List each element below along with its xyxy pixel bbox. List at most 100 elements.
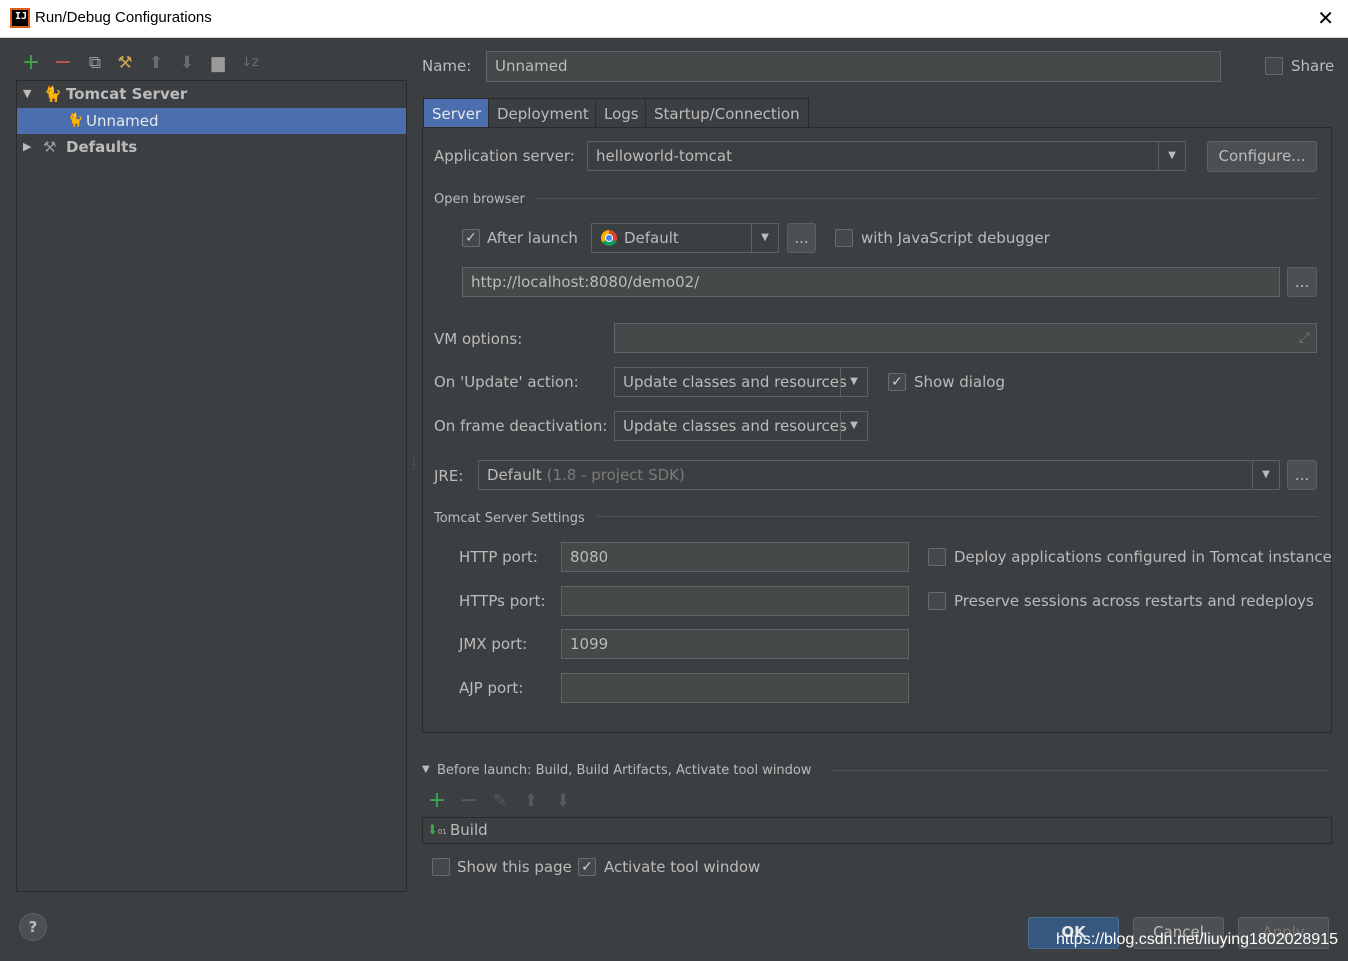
tomcat-settings-label: Tomcat Server Settings bbox=[434, 511, 585, 526]
jre-label: JRE: bbox=[434, 467, 464, 485]
configuration-tree: ▼ 🐈 Tomcat Server 🐈 Unnamed ▶ ⚒ Defaults bbox=[16, 80, 407, 892]
edit-icon[interactable]: ✎ bbox=[490, 791, 510, 811]
jre-hint: (1.8 - project SDK) bbox=[546, 466, 685, 484]
js-debugger-label: with JavaScript debugger bbox=[861, 229, 1050, 247]
wrench-icon: ⚒ bbox=[43, 138, 57, 156]
ajp-port-field[interactable] bbox=[561, 673, 909, 703]
https-port-label: HTTPs port: bbox=[459, 592, 546, 610]
on-frame-select[interactable]: Update classes and resources ▼ bbox=[614, 411, 868, 441]
chrome-icon bbox=[601, 230, 617, 246]
chevron-down-icon: ▼ bbox=[840, 368, 867, 396]
after-launch-checkbox[interactable]: ✓ bbox=[462, 229, 480, 247]
show-page-checkbox[interactable] bbox=[432, 858, 450, 876]
jre-value: Default bbox=[487, 466, 542, 484]
ajp-port-label: AJP port: bbox=[459, 679, 524, 697]
app-server-select[interactable]: helloworld-tomcat ▼ bbox=[587, 141, 1186, 171]
browser-select[interactable]: Default ▼ bbox=[591, 223, 779, 253]
browser-value: Default bbox=[624, 229, 679, 247]
preserve-sessions-checkbox[interactable] bbox=[928, 592, 946, 610]
jmx-port-field[interactable]: 1099 bbox=[561, 629, 909, 659]
separator bbox=[536, 198, 1318, 199]
before-launch-list: ⬇01 Build bbox=[422, 817, 1332, 844]
tree-item-label: Unnamed bbox=[86, 112, 159, 130]
tree-item-tomcat-server[interactable]: ▼ 🐈 Tomcat Server bbox=[17, 81, 406, 107]
wrench-icon[interactable]: ⚒ bbox=[115, 53, 135, 73]
name-field[interactable]: Unnamed bbox=[486, 51, 1221, 82]
http-port-label: HTTP port: bbox=[459, 548, 538, 566]
deploy-apps-checkbox[interactable] bbox=[928, 548, 946, 566]
chevron-down-icon: ▼ bbox=[840, 412, 867, 440]
arrow-down-icon[interactable]: ⬇ bbox=[553, 791, 573, 811]
on-frame-value: Update classes and resources bbox=[623, 417, 847, 435]
add-task-icon[interactable]: + bbox=[427, 790, 447, 812]
tomcat-icon: 🐈 bbox=[43, 85, 62, 103]
arrow-up-icon[interactable]: ⬆ bbox=[521, 791, 541, 811]
expand-icon[interactable]: ⤢ bbox=[1299, 324, 1310, 352]
arrow-down-icon[interactable]: ⬇ bbox=[177, 53, 197, 73]
remove-task-icon[interactable]: − bbox=[459, 790, 479, 812]
tree-item-label: Tomcat Server bbox=[66, 85, 188, 103]
activate-tool-window-checkbox[interactable]: ✓ bbox=[578, 858, 596, 876]
build-icon: ⬇01 bbox=[427, 823, 447, 838]
browser-ellipsis-button[interactable]: ... bbox=[787, 223, 816, 253]
tab-deployment[interactable]: Deployment bbox=[488, 98, 598, 128]
remove-icon[interactable]: − bbox=[53, 52, 73, 74]
vm-options-field[interactable]: ⤢ bbox=[614, 323, 1317, 353]
collapse-arrow-icon[interactable]: ▶ bbox=[23, 134, 31, 160]
name-label: Name: bbox=[422, 57, 472, 75]
window-title: Run/Debug Configurations bbox=[35, 9, 212, 26]
on-frame-label: On frame deactivation: bbox=[434, 417, 608, 435]
chevron-down-icon: ▼ bbox=[1158, 142, 1185, 170]
chevron-down-icon: ▼ bbox=[751, 224, 778, 252]
vm-options-label: VM options: bbox=[434, 330, 523, 348]
http-port-field[interactable]: 8080 bbox=[561, 542, 909, 572]
folder-icon[interactable]: ▆ bbox=[208, 53, 228, 73]
tab-startup-connection[interactable]: Startup/Connection bbox=[645, 98, 809, 128]
arrow-up-icon[interactable]: ⬆ bbox=[146, 53, 166, 73]
tab-server[interactable]: Server bbox=[423, 98, 491, 128]
jmx-port-label: JMX port: bbox=[459, 635, 528, 653]
watermark-text: https://blog.csdn.net/liuying1802028915 bbox=[1056, 931, 1338, 948]
add-icon[interactable]: + bbox=[21, 52, 41, 74]
tab-logs[interactable]: Logs bbox=[595, 98, 648, 128]
tomcat-icon: 🐈 bbox=[67, 113, 84, 128]
expand-arrow-icon[interactable]: ▼ bbox=[23, 81, 31, 107]
intellij-app-icon: IJ bbox=[10, 8, 30, 28]
on-update-value: Update classes and resources bbox=[623, 373, 847, 391]
show-dialog-checkbox[interactable]: ✓ bbox=[888, 373, 906, 391]
splitter-handle[interactable]: ⋮ ⋮ bbox=[409, 457, 419, 471]
url-ellipsis-button[interactable]: ... bbox=[1287, 267, 1317, 297]
show-page-label: Show this page bbox=[457, 858, 572, 876]
list-item[interactable]: ⬇01 Build bbox=[423, 818, 1331, 843]
tree-item-defaults[interactable]: ▶ ⚒ Defaults bbox=[17, 134, 406, 160]
jre-ellipsis-button[interactable]: ... bbox=[1287, 460, 1317, 490]
on-update-select[interactable]: Update classes and resources ▼ bbox=[614, 367, 868, 397]
jre-select[interactable]: Default (1.8 - project SDK) ▼ bbox=[478, 460, 1280, 490]
activate-tool-window-label: Activate tool window bbox=[604, 858, 761, 876]
preserve-sessions-label: Preserve sessions across restarts and re… bbox=[954, 592, 1314, 610]
close-icon[interactable]: ✕ bbox=[1317, 6, 1334, 30]
collapse-arrow-icon[interactable]: ▼ bbox=[422, 764, 430, 775]
separator bbox=[596, 516, 1318, 517]
after-launch-label: After launch bbox=[487, 229, 578, 247]
copy-icon[interactable]: ⧉ bbox=[85, 53, 105, 73]
app-server-value: helloworld-tomcat bbox=[596, 147, 732, 165]
url-field[interactable]: http://localhost:8080/demo02/ bbox=[462, 267, 1280, 297]
sort-icon[interactable]: ↓z bbox=[240, 53, 260, 73]
tree-item-label: Defaults bbox=[66, 138, 138, 156]
on-update-label: On 'Update' action: bbox=[434, 373, 579, 391]
help-button[interactable]: ? bbox=[19, 913, 47, 941]
https-port-field[interactable] bbox=[561, 586, 909, 616]
deploy-apps-label: Deploy applications configured in Tomcat… bbox=[954, 548, 1332, 566]
open-browser-label: Open browser bbox=[434, 192, 525, 207]
build-item-label: Build bbox=[450, 821, 488, 839]
chevron-down-icon: ▼ bbox=[1252, 461, 1279, 489]
share-checkbox[interactable] bbox=[1265, 57, 1283, 75]
js-debugger-checkbox[interactable] bbox=[835, 229, 853, 247]
show-dialog-label: Show dialog bbox=[914, 373, 1005, 391]
title-bar: IJ Run/Debug Configurations ✕ bbox=[0, 0, 1348, 38]
tree-item-unnamed[interactable]: 🐈 Unnamed bbox=[17, 108, 406, 134]
configure-button[interactable]: Configure... bbox=[1207, 141, 1317, 172]
before-launch-title: Before launch: Build, Build Artifacts, A… bbox=[437, 763, 812, 778]
app-server-label: Application server: bbox=[434, 147, 575, 165]
